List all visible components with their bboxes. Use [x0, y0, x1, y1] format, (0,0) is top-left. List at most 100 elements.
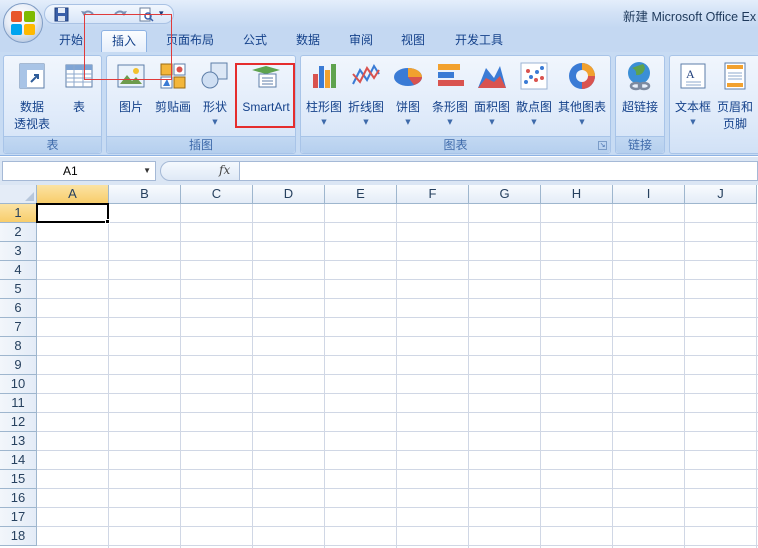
area-chart-button[interactable]: 面积图 ▼ [471, 56, 513, 136]
undo-icon[interactable] [79, 6, 97, 23]
column-header-e[interactable]: E [325, 185, 397, 204]
tab-data[interactable]: 数据 [285, 30, 331, 52]
ribbon: 数据 透视表 表 表 图片 剪贴画 形状 ▼ SmartArt 插图 柱形图 ▼… [0, 52, 758, 156]
header-footer-label-1: 页眉和 [716, 100, 753, 114]
active-cell-a1[interactable] [36, 203, 109, 223]
row-header-7[interactable]: 7 [0, 318, 37, 337]
other-charts-dropdown-icon: ▼ [579, 118, 585, 126]
column-chart-icon [308, 60, 340, 92]
clipart-button[interactable]: 剪贴画 [151, 56, 195, 136]
row-header-4[interactable]: 4 [0, 261, 37, 280]
column-chart-button[interactable]: 柱形图 ▼ [303, 56, 345, 136]
row-header-15[interactable]: 15 [0, 470, 37, 489]
other-charts-button[interactable]: 其他图表 ▼ [555, 56, 609, 136]
tab-insert[interactable]: 插入 [101, 30, 147, 52]
table-icon [63, 60, 95, 92]
column-header-g[interactable]: G [469, 185, 541, 204]
row-header-10[interactable]: 10 [0, 375, 37, 394]
print-preview-icon[interactable] [137, 6, 155, 23]
pivot-table-button[interactable]: 数据 透视表 [6, 56, 58, 136]
row-header-5[interactable]: 5 [0, 280, 37, 299]
row-header-6[interactable]: 6 [0, 299, 37, 318]
redo-icon[interactable] [111, 6, 129, 23]
column-header-j[interactable]: J [685, 185, 757, 204]
select-all-button[interactable] [0, 185, 37, 204]
area-chart-label: 面积图 [473, 100, 510, 114]
save-icon[interactable] [53, 6, 71, 23]
row-header-17[interactable]: 17 [0, 508, 37, 527]
column-header-i[interactable]: I [613, 185, 685, 204]
tab-developer[interactable]: 开发工具 [446, 30, 512, 52]
other-charts-label: 其他图表 [557, 100, 606, 114]
row-header-18[interactable]: 18 [0, 527, 37, 546]
customize-dropdown-icon[interactable]: ▾ [159, 6, 177, 23]
column-header-h[interactable]: H [541, 185, 613, 204]
textbox-dropdown-icon: ▼ [690, 118, 696, 126]
tab-formulas[interactable]: 公式 [232, 30, 278, 52]
row-header-3[interactable]: 3 [0, 242, 37, 261]
tab-page-layout[interactable]: 页面布局 [157, 30, 223, 52]
picture-button[interactable]: 图片 [111, 56, 151, 136]
row-header-8[interactable]: 8 [0, 337, 37, 356]
group-label-charts: 图表 [301, 136, 610, 153]
column-header-a[interactable]: A [37, 185, 109, 204]
scatter-chart-dropdown-icon: ▼ [531, 118, 537, 126]
tab-home[interactable]: 开始 [48, 30, 94, 52]
column-header-f[interactable]: F [397, 185, 469, 204]
bar-chart-icon [434, 60, 466, 92]
group-label-tables: 表 [4, 136, 101, 153]
tab-review[interactable]: 审阅 [338, 30, 384, 52]
table-label: 表 [72, 100, 85, 114]
column-header-b[interactable]: B [109, 185, 181, 204]
fill-handle[interactable] [105, 219, 110, 224]
doughnut-chart-icon [566, 60, 598, 92]
column-chart-dropdown-icon: ▼ [321, 118, 327, 126]
row-header-1[interactable]: 1 [0, 204, 37, 223]
bar-chart-button[interactable]: 条形图 ▼ [429, 56, 471, 136]
group-label-illustrations: 插图 [107, 136, 295, 153]
row-header-12[interactable]: 12 [0, 413, 37, 432]
header-footer-button[interactable]: 页眉和 页脚 [715, 56, 755, 136]
row-header-16[interactable]: 16 [0, 489, 37, 508]
line-chart-icon [350, 60, 382, 92]
clipart-icon [157, 60, 189, 92]
shapes-label: 形状 [202, 100, 227, 114]
cell-area[interactable] [37, 204, 758, 548]
shapes-button[interactable]: 形状 ▼ [195, 56, 235, 136]
worksheet-grid: ABCDEFGHIJ 1 2 3 4 5 6 7 8 9 10 11 12 13 14 15 16 17 18 [0, 185, 758, 548]
group-tables: 数据 透视表 表 表 [3, 55, 102, 154]
smartart-button[interactable]: SmartArt [235, 56, 297, 136]
column-header-d[interactable]: D [253, 185, 325, 204]
row-header-13[interactable]: 13 [0, 432, 37, 451]
area-chart-dropdown-icon: ▼ [489, 118, 495, 126]
line-chart-button[interactable]: 折线图 ▼ [345, 56, 387, 136]
scatter-chart-button[interactable]: 散点图 ▼ [513, 56, 555, 136]
row-header-9[interactable]: 9 [0, 356, 37, 375]
svg-text:A: A [686, 67, 695, 81]
row-header-2[interactable]: 2 [0, 223, 37, 242]
name-box[interactable]: A1 ▼ [2, 161, 156, 181]
hyperlink-globe-icon [624, 60, 656, 92]
name-box-dropdown-icon[interactable]: ▼ [143, 162, 151, 180]
column-header-c[interactable]: C [181, 185, 253, 204]
line-chart-dropdown-icon: ▼ [363, 118, 369, 126]
hyperlink-button[interactable]: 超链接 [616, 56, 664, 136]
office-button[interactable] [3, 3, 43, 43]
textbox-icon: A [677, 60, 709, 92]
row-header-11[interactable]: 11 [0, 394, 37, 413]
charts-dialog-launcher-icon[interactable]: ↘ [598, 141, 607, 150]
pie-chart-icon [392, 60, 424, 92]
group-charts: 柱形图 ▼ 折线图 ▼ 饼图 ▼ 条形图 ▼ 面积图 ▼ 散点图 ▼ 其他图表 … [300, 55, 611, 154]
bar-chart-label: 条形图 [431, 100, 468, 114]
table-button[interactable]: 表 [58, 56, 100, 136]
smartart-icon [250, 60, 282, 92]
tab-view[interactable]: 视图 [390, 30, 436, 52]
row-header-14[interactable]: 14 [0, 451, 37, 470]
pivot-table-label-2: 透视表 [13, 117, 50, 131]
header-footer-label-2: 页脚 [722, 117, 747, 131]
pie-chart-button[interactable]: 饼图 ▼ [387, 56, 429, 136]
formula-bar: A1 ▼ fx [0, 157, 758, 185]
textbox-button[interactable]: A 文本框 ▼ [670, 56, 716, 136]
formula-input[interactable] [240, 161, 758, 181]
insert-function-icon[interactable]: fx [219, 163, 230, 177]
